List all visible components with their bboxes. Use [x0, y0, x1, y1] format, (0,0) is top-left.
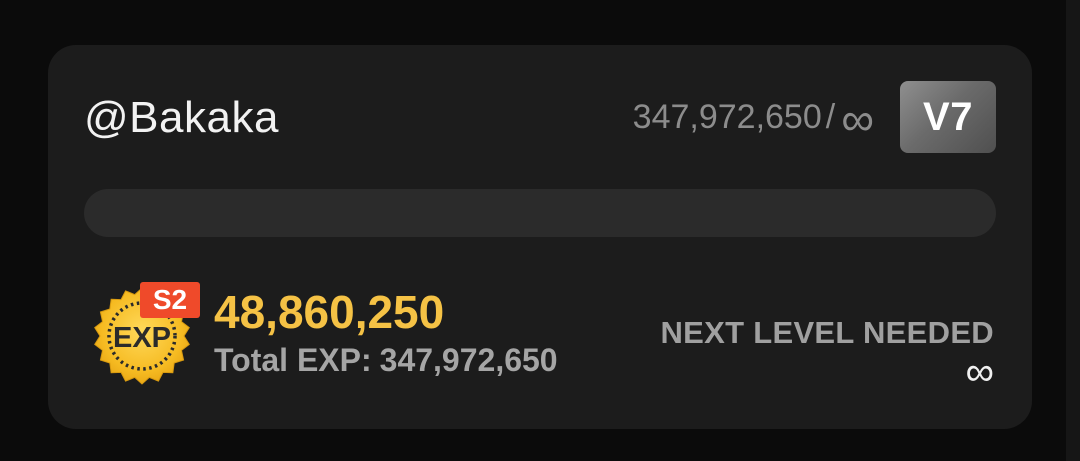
vip-level-card: @Bakaka 347,972,650 / ∞ V7 EXP S2 48,860…: [48, 45, 1032, 429]
level-info: 347,972,650 / ∞ V7: [633, 81, 996, 153]
total-exp-label: Total EXP:: [214, 342, 372, 378]
season-badge: S2: [140, 282, 200, 318]
page: @Bakaka 347,972,650 / ∞ V7 EXP S2 48,860…: [0, 0, 1080, 461]
next-level-label: NEXT LEVEL NEEDED: [660, 315, 994, 350]
level-target-infinity: ∞: [841, 93, 874, 145]
next-level-value: ∞: [965, 350, 994, 394]
exp-block: EXP S2 48,860,250 Total EXP: 347,972,650: [92, 273, 558, 393]
total-exp: Total EXP: 347,972,650: [214, 341, 558, 379]
total-exp-value: 347,972,650: [379, 342, 558, 378]
level-progress-bar: [84, 189, 996, 237]
exp-texts: 48,860,250 Total EXP: 347,972,650: [214, 287, 558, 379]
level-progress-text: 347,972,650 / ∞: [632, 93, 874, 145]
right-edge-strip: [1066, 0, 1080, 461]
current-exp-value: 347,972,650: [632, 98, 822, 136]
season-exp-value: 48,860,250: [214, 286, 445, 338]
progress-separator: /: [825, 98, 836, 136]
next-level-info: NEXT LEVEL NEEDED ∞: [660, 313, 994, 394]
vip-level-badge: V7: [900, 81, 996, 153]
username: @Bakaka: [84, 93, 279, 142]
exp-seal-text: EXP: [113, 322, 171, 354]
exp-seal-icon: EXP S2: [92, 278, 202, 388]
